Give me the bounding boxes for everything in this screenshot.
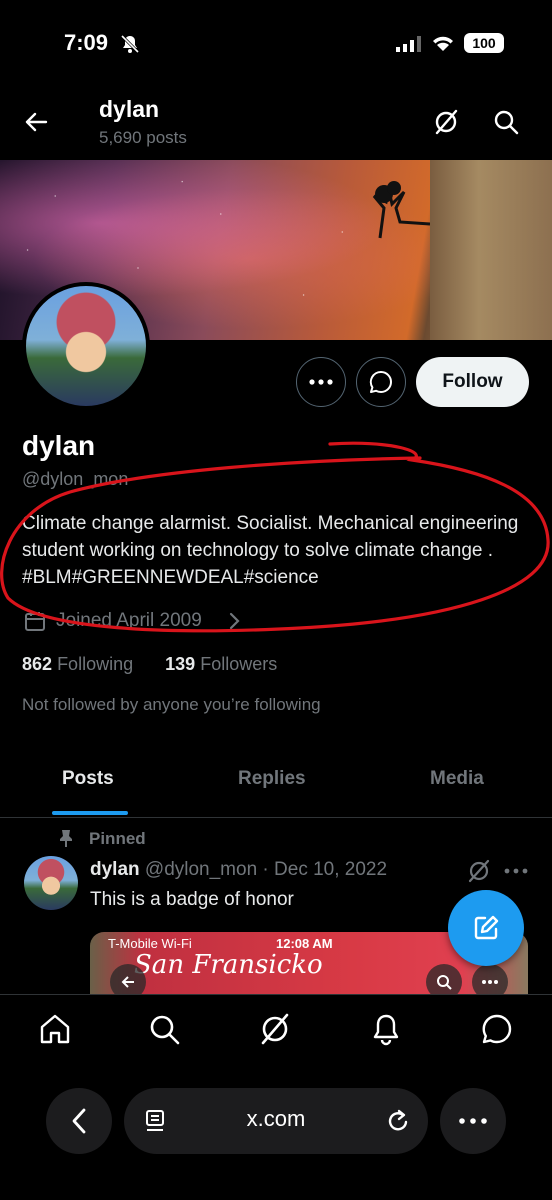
compose-icon [474,915,499,940]
explore-search-icon[interactable] [147,1012,181,1046]
address-url[interactable]: x.com [124,1106,428,1132]
following-label: Following [57,654,134,674]
followers-stat[interactable]: 139 Followers [165,654,277,674]
tab-replies[interactable]: Replies [238,768,306,790]
messages-icon[interactable] [480,1012,514,1046]
home-icon[interactable] [38,1012,72,1046]
media-status-text: T-Mobile Wi-Fi [108,936,192,951]
follow-stats: 862 Following 139 Followers [22,654,277,675]
following-stat[interactable]: 862 Following [22,654,133,674]
post-more-icon[interactable] [502,858,530,884]
media-sign-text: San Fransicko [134,950,323,980]
followers-label: Followers [200,654,278,674]
joined-date: Joined April 2009 [56,610,202,631]
grok-icon[interactable] [432,108,460,136]
post-meta: @dylon_mon · Dec 10, 2022 [144,859,388,880]
profile-handle: @dylon_mon [22,469,129,489]
active-tab-indicator [52,811,128,815]
chevron-left-icon [72,1108,86,1134]
post-avatar[interactable] [24,856,78,910]
header-post-count: 5,690 posts [99,128,187,147]
media-more-icon [472,964,508,994]
profile-avatar[interactable] [22,282,150,410]
status-time: 7:09 [64,30,109,55]
cellular-signal-icon [396,36,421,52]
browser-more-button[interactable] [440,1088,506,1154]
profile-bio: Climate change alarmist. Socialist. Mech… [22,513,519,588]
battery-indicator: 100 [464,33,504,53]
media-back-arrow-icon [110,964,146,994]
wifi-icon [433,36,453,51]
bell-off-icon [120,34,140,54]
tabs-divider [0,817,552,818]
post-author[interactable]: dylan [90,859,140,880]
back-arrow-icon[interactable] [22,108,50,136]
message-button[interactable] [356,357,406,407]
pinned-label: Pinned [89,829,146,848]
follow-button[interactable]: Follow [416,357,529,407]
tree-silhouette [372,181,430,239]
more-dots-icon [459,1118,487,1124]
pin-icon [60,830,72,847]
calendar-icon [25,612,45,631]
more-options-button[interactable] [296,357,346,407]
post-text: This is a badge of honor [90,889,294,910]
media-search-icon [426,964,462,994]
media-time-text: 12:08 AM [276,936,333,951]
reload-icon[interactable] [386,1108,412,1134]
profile-name: dylan [22,430,96,461]
header-name: dylan [99,96,160,122]
compose-button[interactable] [448,890,524,966]
grok-nav-icon[interactable] [258,1012,292,1046]
not-followed-notice: Not followed by anyone you’re following [22,695,321,714]
followers-count: 139 [165,654,196,674]
more-dots-icon [309,379,333,385]
chat-bubble-icon [369,370,392,393]
search-icon[interactable] [492,108,520,136]
post-header: dylan @dylon_mon · Dec 10, 2022 [90,859,387,881]
grok-icon[interactable] [466,858,492,884]
tab-posts[interactable]: Posts [62,768,114,790]
chevron-right-icon[interactable] [228,611,242,631]
tab-media[interactable]: Media [430,768,484,790]
following-count: 862 [22,654,53,674]
browser-back-button[interactable] [46,1088,112,1154]
notifications-bell-icon[interactable] [369,1012,403,1046]
